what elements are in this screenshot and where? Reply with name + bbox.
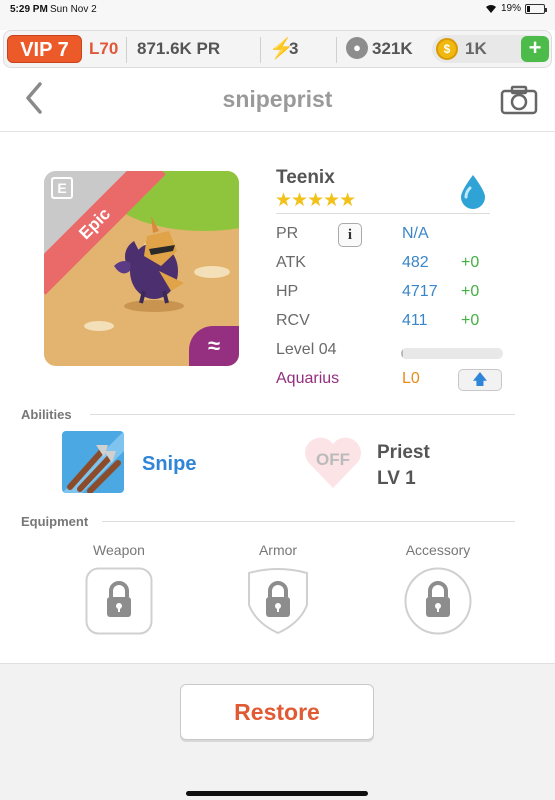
divider xyxy=(126,37,127,63)
player-level: L70 xyxy=(89,39,119,58)
monster-card: Epic E ≈ xyxy=(44,171,239,366)
monster-image xyxy=(114,216,184,312)
stat-value: 411 xyxy=(402,312,428,329)
divider xyxy=(90,414,515,415)
status-bar: 5:29 PM Sun Nov 2 19% xyxy=(0,0,555,30)
divider xyxy=(260,37,261,63)
sign-symbol-icon: ≈ xyxy=(189,326,239,366)
coin-box: $ 1K + xyxy=(432,35,550,63)
stat-label: HP xyxy=(276,283,299,300)
vip-badge[interactable]: VIP 7 xyxy=(7,35,82,63)
leader-skill-level: LV 1 xyxy=(377,468,416,489)
up-arrow-icon: 🡅 xyxy=(472,371,488,388)
element-badge-icon: E xyxy=(51,177,73,199)
stat-label: PR xyxy=(276,225,299,242)
coin-count: 1K xyxy=(465,39,487,58)
status-right: 19% xyxy=(485,3,547,14)
stat-value: N/A xyxy=(402,225,429,242)
coin-icon: $ xyxy=(436,38,458,60)
snipe-skill-icon[interactable] xyxy=(62,431,124,493)
star-rating: ★★★★★ xyxy=(275,190,356,211)
leader-status: OFF xyxy=(316,450,350,469)
resource-bar: VIP 7 L70 871.6K PR ⚡ 3 ● 321K $ 1K + xyxy=(3,30,552,68)
accessory-label: Accessory xyxy=(405,542,471,558)
add-coins-button[interactable]: + xyxy=(521,36,549,62)
stat-bonus: +0 xyxy=(461,283,480,300)
stat-bonus: +0 xyxy=(461,312,480,329)
restore-button[interactable]: Restore xyxy=(180,684,374,740)
monster-detail: Epic E ≈ Teenix ★★★★★ PR i N/A ATK 482 +… xyxy=(0,133,555,663)
wifi-icon xyxy=(485,4,496,13)
camera-icon[interactable] xyxy=(500,84,538,116)
player-pr: 871.6K PR xyxy=(137,39,221,58)
divider xyxy=(336,37,337,63)
water-element-icon xyxy=(461,175,485,209)
divider xyxy=(276,213,490,214)
stat-label: ATK xyxy=(276,254,306,271)
divider xyxy=(102,521,515,522)
arrows-icon xyxy=(62,431,124,493)
weapon-slot-lock-icon[interactable] xyxy=(85,567,153,635)
status-date: Sun Nov 2 xyxy=(50,4,97,15)
paw-icon: ● xyxy=(346,37,368,59)
home-indicator[interactable] xyxy=(186,791,368,796)
sand-patch xyxy=(84,321,114,331)
sign-upgrade-button[interactable]: 🡅 xyxy=(458,369,502,391)
paw-count: 321K xyxy=(372,39,413,58)
weapon-label: Weapon xyxy=(93,542,145,558)
armor-label: Armor xyxy=(258,542,298,558)
bottom-bar: Restore xyxy=(0,663,555,800)
skill-name[interactable]: Snipe xyxy=(142,453,196,476)
sign-name: Aquarius xyxy=(276,370,340,387)
armor-slot-lock-icon[interactable] xyxy=(244,567,312,635)
energy-count: 3 xyxy=(289,39,299,58)
level-label: Level 04 xyxy=(276,341,337,358)
leader-skill-heart-icon[interactable]: OFF xyxy=(300,430,366,496)
stat-bonus: +0 xyxy=(461,254,480,271)
stat-value: 4717 xyxy=(402,283,438,300)
header: snipeprist xyxy=(0,68,555,132)
status-time: 5:29 PM xyxy=(10,4,48,15)
abilities-title: Abilities xyxy=(21,407,72,422)
sign-level: L0 xyxy=(402,370,420,387)
leader-skill-name: Priest xyxy=(377,442,430,463)
battery-icon xyxy=(525,3,547,14)
monster-name: Teenix xyxy=(276,167,335,188)
battery-percent: 19% xyxy=(500,3,521,14)
level-progress-bar xyxy=(401,348,503,359)
info-button[interactable]: i xyxy=(338,223,362,247)
stat-label: RCV xyxy=(276,312,310,329)
equipment-title: Equipment xyxy=(21,514,89,529)
page-title: snipeprist xyxy=(222,86,333,112)
level-progress-fill xyxy=(401,348,404,359)
stat-value: 482 xyxy=(402,254,429,271)
accessory-slot-lock-icon[interactable] xyxy=(404,567,472,635)
